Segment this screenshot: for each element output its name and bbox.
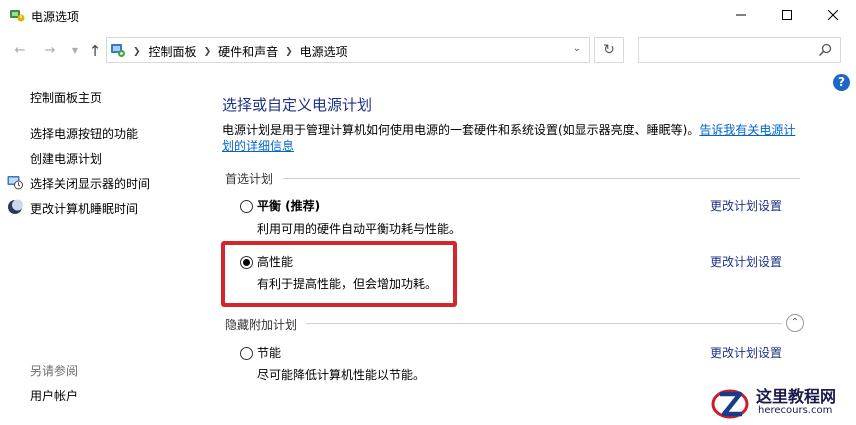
plan-desc-high-performance: 有利于提高性能，但会增加功耗。 bbox=[257, 277, 438, 291]
page-title: 选择或自定义电源计划 bbox=[222, 96, 373, 114]
monitor-clock-icon bbox=[7, 176, 23, 190]
plan-radio-balanced[interactable] bbox=[240, 200, 253, 213]
close-button[interactable] bbox=[810, 0, 856, 30]
power-options-icon bbox=[10, 10, 25, 22]
navigation-bar: ← → ▼ ↑ ❯ 控制面板 ❯ 硬件和声音 ❯ 电源选项 ⌄ ↻ bbox=[0, 32, 856, 70]
chevron-up-icon[interactable]: ⌃ bbox=[786, 314, 804, 332]
divider bbox=[283, 178, 800, 179]
window-title: 电源选项 bbox=[31, 10, 80, 24]
plan-radio-high-performance[interactable] bbox=[240, 256, 253, 269]
description-text: 电源计划是用于管理计算机如何使用电源的一套硬件和系统设置(如显示器亮度、睡眠等)… bbox=[222, 123, 700, 137]
watermark-logo-icon bbox=[711, 389, 749, 419]
change-plan-settings-link-power-saver[interactable]: 更改计划设置 bbox=[710, 344, 782, 361]
breadcrumb: ❯ 控制面板 ❯ 硬件和声音 ❯ 电源选项 bbox=[133, 43, 348, 60]
sidebar-item-sleep-time[interactable]: 更改计算机睡眠时间 bbox=[30, 200, 138, 217]
change-plan-settings-link-high-performance[interactable]: 更改计划设置 bbox=[710, 253, 782, 270]
back-arrow-icon[interactable]: ← bbox=[11, 42, 29, 60]
plan-name-balanced[interactable]: 平衡 (推荐) bbox=[257, 197, 320, 214]
forward-arrow-icon[interactable]: → bbox=[41, 42, 59, 60]
hidden-plans-heading[interactable]: 隐藏附加计划 bbox=[225, 316, 297, 333]
breadcrumb-separator-icon[interactable]: ❯ bbox=[204, 47, 212, 57]
title-bar: 电源选项 bbox=[0, 0, 856, 32]
control-panel-icon bbox=[111, 44, 125, 57]
address-bar[interactable]: ❯ 控制面板 ❯ 硬件和声音 ❯ 电源选项 ⌄ bbox=[106, 37, 590, 63]
sidebar-item-control-panel-home[interactable]: 控制面板主页 bbox=[30, 89, 102, 106]
chevron-down-icon[interactable]: ⌄ bbox=[573, 43, 581, 54]
plan-radio-power-saver[interactable] bbox=[240, 347, 253, 360]
highlight-annotation-box bbox=[221, 241, 457, 307]
see-also-heading: 另请参阅 bbox=[30, 364, 79, 378]
page-description: 电源计划是用于管理计算机如何使用电源的一套硬件和系统设置(如显示器亮度、睡眠等)… bbox=[222, 122, 807, 154]
watermark-title: 这里教程网 bbox=[756, 387, 837, 406]
breadcrumb-separator-icon[interactable]: ❯ bbox=[285, 47, 293, 57]
watermark-subtitle: herecours.com bbox=[758, 405, 833, 416]
breadcrumb-power-options[interactable]: 电源选项 bbox=[300, 43, 348, 60]
plan-name-high-performance[interactable]: 高性能 bbox=[257, 253, 293, 270]
search-input[interactable] bbox=[638, 37, 841, 63]
maximize-button[interactable] bbox=[764, 0, 810, 30]
minimize-button[interactable] bbox=[718, 0, 764, 30]
sidebar: 控制面板主页 选择电源按钮的功能 创建电源计划 选择关闭显示器的时间 更改计算机… bbox=[0, 70, 200, 425]
moon-icon bbox=[8, 199, 23, 214]
divider bbox=[306, 323, 782, 324]
watermark: 这里教程网 herecours.com bbox=[708, 380, 856, 425]
plan-name-power-saver[interactable]: 节能 bbox=[257, 344, 281, 361]
sidebar-item-power-button[interactable]: 选择电源按钮的功能 bbox=[30, 125, 138, 142]
help-icon[interactable]: ? bbox=[833, 74, 850, 91]
search-icon[interactable] bbox=[818, 43, 832, 57]
sidebar-item-user-accounts[interactable]: 用户帐户 bbox=[30, 387, 78, 404]
breadcrumb-control-panel[interactable]: 控制面板 bbox=[149, 43, 197, 60]
refresh-icon: ↻ bbox=[603, 42, 615, 58]
sidebar-item-create-plan[interactable]: 创建电源计划 bbox=[30, 150, 102, 167]
up-arrow-icon[interactable]: ↑ bbox=[86, 42, 104, 60]
breadcrumb-separator-icon[interactable]: ❯ bbox=[133, 47, 141, 57]
sidebar-item-display-off[interactable]: 选择关闭显示器的时间 bbox=[30, 175, 150, 192]
plan-desc-balanced: 利用可用的硬件自动平衡功耗与性能。 bbox=[257, 222, 462, 236]
plan-desc-power-saver: 尽可能降低计算机性能以节能。 bbox=[257, 368, 426, 382]
change-plan-settings-link-balanced[interactable]: 更改计划设置 bbox=[710, 197, 782, 214]
preferred-plans-heading: 首选计划 bbox=[225, 172, 274, 186]
history-chevron-icon[interactable]: ▼ bbox=[66, 42, 84, 60]
breadcrumb-hardware-sound[interactable]: 硬件和声音 bbox=[218, 43, 278, 60]
refresh-button[interactable]: ↻ bbox=[594, 37, 624, 63]
